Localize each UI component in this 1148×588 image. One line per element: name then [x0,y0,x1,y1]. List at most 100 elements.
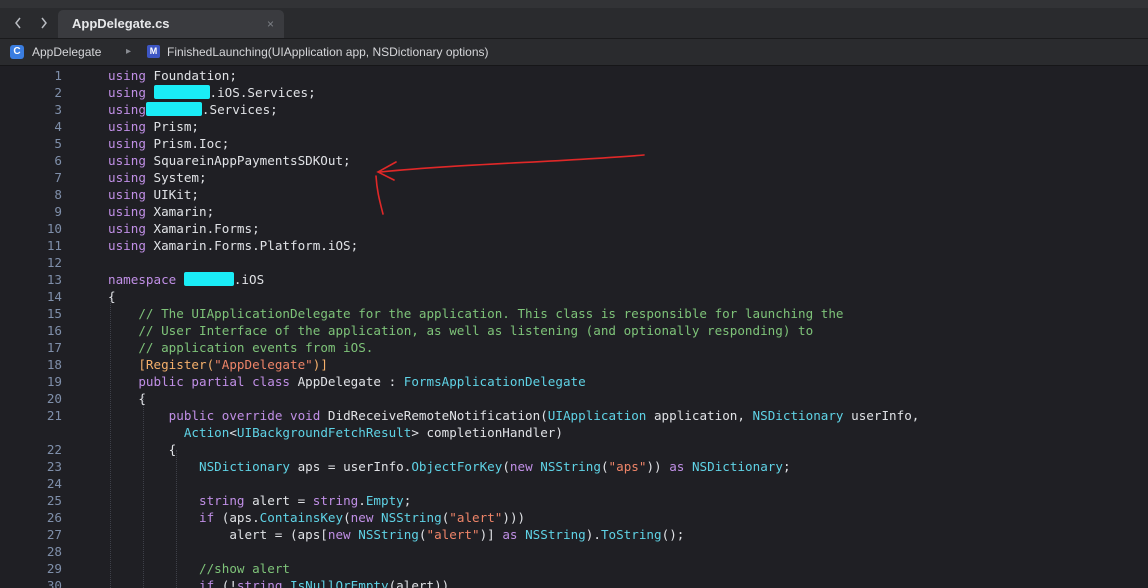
code-line[interactable]: 22 { [0,441,1148,458]
code-line[interactable]: 15 // The UIApplicationDelegate for the … [0,305,1148,322]
code-text: if (aps.ContainsKey(new NSString("alert"… [199,510,526,525]
redaction-mark [145,102,202,116]
line-number: 1 [54,68,62,83]
code-line[interactable]: 4 using Prism; [0,118,1148,135]
line-number: 18 [46,357,62,372]
code-line[interactable]: 7 using System; [0,169,1148,186]
code-line[interactable]: 2 using .iOS.Services; [0,84,1148,101]
code-text: public partial class AppDelegate : Forms… [138,374,586,389]
code-text: using Xamarin; [108,204,215,219]
code-text: // The UIApplicationDelegate for the app… [138,306,844,321]
line-number: 16 [46,323,62,338]
code-text: using .Services; [108,102,278,117]
line-number: 2 [54,85,62,100]
back-button[interactable] [6,8,30,38]
code-text: using Foundation; [108,68,237,83]
line-number: 12 [46,255,62,270]
code-line[interactable]: 25 string alert = string.Empty; [0,492,1148,509]
line-number: 17 [46,340,62,355]
code-text: { [108,442,177,457]
line-number: 6 [54,153,62,168]
jump-bar: C AppDelegate ▸ M FinishedLaunching(UIAp… [0,39,1148,66]
line-number: 25 [46,493,62,508]
line-number: 11 [46,238,62,253]
code-line[interactable]: Action<UIBackgroundFetchResult> completi… [0,424,1148,441]
code-text: using .iOS.Services; [108,85,316,100]
code-line[interactable]: 11 using Xamarin.Forms.Platform.iOS; [0,237,1148,254]
line-number: 22 [46,442,62,457]
code-text: [Register("AppDelegate")] [138,357,328,372]
line-number: 15 [46,306,62,321]
method-icon: M [147,45,160,58]
code-text: namespace .iOS [108,272,265,287]
code-text: alert = (aps[new NSString("alert")] as N… [108,527,685,542]
code-line[interactable]: 17 // application events from iOS. [0,339,1148,356]
line-number: 20 [46,391,62,406]
code-text: using Prism; [108,119,199,134]
code-text: using UIKit; [108,187,199,202]
code-line[interactable]: 26 if (aps.ContainsKey(new NSString("ale… [0,509,1148,526]
tab-appdelegate-cs[interactable]: AppDelegate.cs × [58,10,284,38]
code-text: NSDictionary aps = userInfo.ObjectForKey… [199,459,791,474]
code-line[interactable]: 3 using .Services; [0,101,1148,118]
code-text: using Xamarin.Forms; [108,221,260,236]
redaction-mark [183,272,234,286]
chevron-right-icon [41,17,47,29]
code-text: if (!string.IsNullOrEmpty(alert)) [199,578,450,588]
line-number: 21 [46,408,62,423]
code-text: { [108,289,116,304]
line-number: 30 [46,578,62,588]
code-line[interactable]: 30 if (!string.IsNullOrEmpty(alert)) [0,577,1148,588]
code-line[interactable]: 28 [0,543,1148,560]
code-line[interactable]: 10 using Xamarin.Forms; [0,220,1148,237]
code-text: public override void DidReceiveRemoteNot… [168,408,920,423]
code-text: //show alert [199,561,290,576]
forward-button[interactable] [32,8,56,38]
line-number: 10 [46,221,62,236]
code-text: // application events from iOS. [138,340,374,355]
code-line[interactable]: 24 [0,475,1148,492]
line-number: 29 [46,561,62,576]
code-line[interactable]: 16 // User Interface of the application,… [0,322,1148,339]
line-number: 24 [46,476,62,491]
code-line[interactable]: 8 using UIKit; [0,186,1148,203]
line-number: 3 [54,102,62,117]
code-text: using Xamarin.Forms.Platform.iOS; [108,238,359,253]
code-text: // User Interface of the application, as… [138,323,814,338]
jumpbar-method-signature[interactable]: FinishedLaunching(UIApplication app, NSD… [167,39,489,65]
code-text: using SquareinAppPaymentsSDKOut; [108,153,351,168]
line-number: 28 [46,544,62,559]
code-line[interactable]: 9 using Xamarin; [0,203,1148,220]
line-number: 8 [54,187,62,202]
code-line[interactable]: 20 { [0,390,1148,407]
code-line[interactable]: 21 public override void DidReceiveRemote… [0,407,1148,424]
line-number: 9 [54,204,62,219]
code-line[interactable]: 29 //show alert [0,560,1148,577]
line-number: 13 [46,272,62,287]
code-text: using System; [108,170,207,185]
code-line[interactable]: 5 using Prism.Ioc; [0,135,1148,152]
code-line[interactable]: 18 [Register("AppDelegate")] [0,356,1148,373]
line-number: 27 [46,527,62,542]
code-line[interactable]: 14 { [0,288,1148,305]
code-line[interactable]: 27 alert = (aps[new NSString("alert")] a… [0,526,1148,543]
window-top-strip [0,0,1148,8]
code-line[interactable]: 6 using SquareinAppPaymentsSDKOut; [0,152,1148,169]
code-editor[interactable]: 1 using Foundation; 2 using .iOS.Services; 3… [0,66,1148,588]
code-line[interactable]: 23 NSDictionary aps = userInfo.ObjectFor… [0,458,1148,475]
code-line[interactable]: 19 public partial class AppDelegate : Fo… [0,373,1148,390]
code-line[interactable]: 13 namespace .iOS [0,271,1148,288]
line-number: 4 [54,119,62,134]
jumpbar-class-name[interactable]: AppDelegate [32,39,101,65]
tab-title: AppDelegate.cs [72,16,170,31]
code-text: Action<UIBackgroundFetchResult> completi… [183,425,563,440]
line-number: 19 [46,374,62,389]
line-number: 7 [54,170,62,185]
code-text: string alert = string.Empty; [199,493,412,508]
code-line[interactable]: 12 [0,254,1148,271]
code-line[interactable]: 1 using Foundation; [0,67,1148,84]
close-icon[interactable]: × [267,10,274,38]
line-number: 5 [54,136,62,151]
chevron-left-icon [15,17,21,29]
class-icon: C [10,45,24,59]
